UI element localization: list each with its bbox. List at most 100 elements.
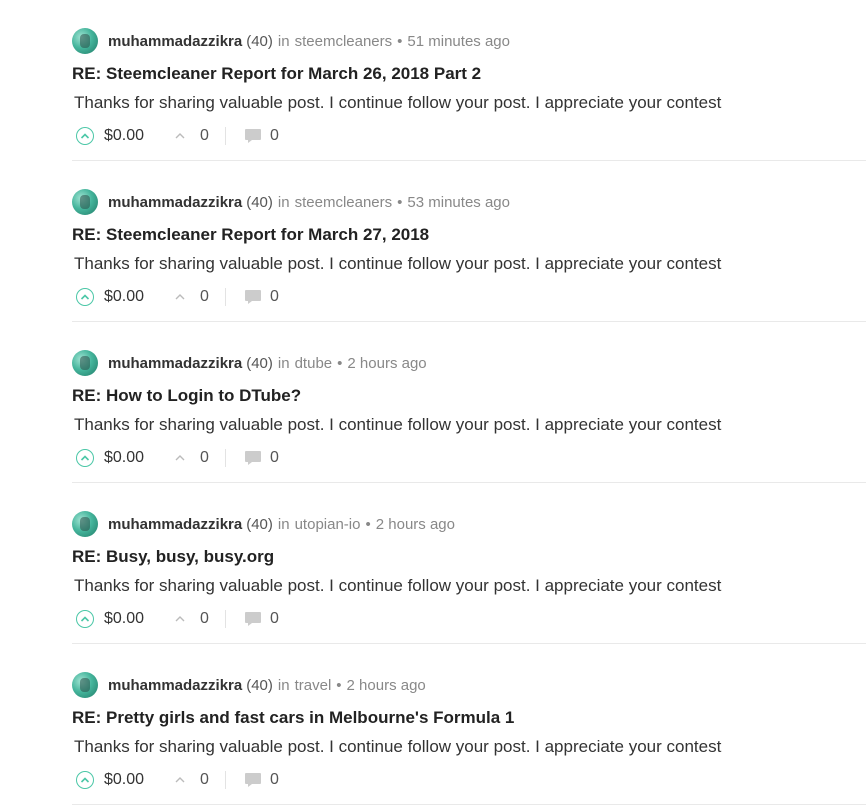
post-actions: $0.00 0 0 <box>76 768 279 792</box>
in-label: in <box>277 193 290 211</box>
post-time[interactable]: 2 hours ago <box>347 355 426 372</box>
meta-separator: • <box>337 354 343 372</box>
post-header: muhammadazzikra (40) in travel • 2 hours… <box>72 672 426 698</box>
post-actions: $0.00 0 0 <box>76 285 279 309</box>
chevron-up-icon <box>80 616 90 622</box>
divider <box>224 449 226 467</box>
author-link[interactable]: muhammadazzikra <box>108 516 242 533</box>
voters-button[interactable]: 0 <box>174 288 209 306</box>
chevron-up-icon <box>175 294 185 300</box>
post-actions: $0.00 0 0 <box>76 607 279 631</box>
meta-separator: • <box>397 32 403 50</box>
upvote-button[interactable] <box>76 288 94 306</box>
post-header: muhammadazzikra (40) in steemcleaners • … <box>72 189 510 215</box>
avatar[interactable] <box>72 350 98 376</box>
avatar[interactable] <box>72 28 98 54</box>
comment-count: 0 <box>269 288 279 305</box>
divider <box>224 610 226 628</box>
reputation-score: (40) <box>246 32 273 50</box>
post-header: muhammadazzikra (40) in dtube • 2 hours … <box>72 350 427 376</box>
post-body[interactable]: Thanks for sharing valuable post. I cont… <box>74 737 721 757</box>
chevron-up-icon <box>175 133 185 139</box>
post-time[interactable]: 2 hours ago <box>376 516 455 533</box>
comments-button[interactable]: 0 <box>244 127 279 145</box>
avatar[interactable] <box>72 672 98 698</box>
upvote-button[interactable] <box>76 127 94 145</box>
comments-button[interactable]: 0 <box>244 610 279 628</box>
comment-count: 0 <box>269 449 279 466</box>
vote-count: 0 <box>200 127 209 144</box>
post-title[interactable]: RE: Steemcleaner Report for March 26, 20… <box>72 64 481 84</box>
community-link[interactable]: dtube <box>295 355 333 372</box>
post-title[interactable]: RE: How to Login to DTube? <box>72 386 301 406</box>
community-link[interactable]: utopian-io <box>295 516 361 533</box>
meta-separator: • <box>397 193 403 211</box>
feed-item: muhammadazzikra (40) in dtube • 2 hours … <box>72 322 866 483</box>
chevron-up-icon <box>80 294 90 300</box>
comments-button[interactable]: 0 <box>244 449 279 467</box>
post-title[interactable]: RE: Busy, busy, busy.org <box>72 547 274 567</box>
feed-item: muhammadazzikra (40) in utopian-io • 2 h… <box>72 483 866 644</box>
upvote-button[interactable] <box>76 449 94 467</box>
comment-count: 0 <box>269 610 279 627</box>
post-title[interactable]: RE: Pretty girls and fast cars in Melbou… <box>72 708 514 728</box>
reputation-score: (40) <box>246 193 273 211</box>
reputation-score: (40) <box>246 515 273 533</box>
chevron-up-icon <box>80 133 90 139</box>
upvote-button[interactable] <box>76 610 94 628</box>
community-link[interactable]: travel <box>295 677 332 694</box>
meta-separator: • <box>365 515 371 533</box>
in-label: in <box>277 676 290 694</box>
post-header: muhammadazzikra (40) in steemcleaners • … <box>72 28 510 54</box>
post-time[interactable]: 51 minutes ago <box>407 33 510 50</box>
comment-icon <box>244 773 261 787</box>
avatar[interactable] <box>72 189 98 215</box>
comments-button[interactable]: 0 <box>244 771 279 789</box>
comment-icon <box>244 290 261 304</box>
post-body[interactable]: Thanks for sharing valuable post. I cont… <box>74 576 721 596</box>
post-body[interactable]: Thanks for sharing valuable post. I cont… <box>74 415 721 435</box>
author-link[interactable]: muhammadazzikra <box>108 194 242 211</box>
comment-icon <box>244 612 261 626</box>
payout-value[interactable]: $0.00 <box>104 771 144 789</box>
post-actions: $0.00 0 0 <box>76 124 279 148</box>
post-actions: $0.00 0 0 <box>76 446 279 470</box>
comment-icon <box>244 451 261 465</box>
author-link[interactable]: muhammadazzikra <box>108 677 242 694</box>
chevron-up-icon <box>80 455 90 461</box>
feed-item: muhammadazzikra (40) in steemcleaners • … <box>72 161 866 322</box>
divider <box>224 771 226 789</box>
vote-count: 0 <box>200 449 209 466</box>
chevron-up-icon <box>175 616 185 622</box>
feed-item: muhammadazzikra (40) in steemcleaners • … <box>72 0 866 161</box>
community-link[interactable]: steemcleaners <box>295 194 393 211</box>
post-body[interactable]: Thanks for sharing valuable post. I cont… <box>74 93 721 113</box>
vote-count: 0 <box>200 288 209 305</box>
in-label: in <box>277 354 290 372</box>
upvote-button[interactable] <box>76 771 94 789</box>
post-time[interactable]: 53 minutes ago <box>407 194 510 211</box>
divider <box>224 288 226 306</box>
payout-value[interactable]: $0.00 <box>104 449 144 467</box>
author-link[interactable]: muhammadazzikra <box>108 33 242 50</box>
voters-button[interactable]: 0 <box>174 449 209 467</box>
chevron-up-icon <box>80 777 90 783</box>
reputation-score: (40) <box>246 676 273 694</box>
comments-button[interactable]: 0 <box>244 288 279 306</box>
voters-button[interactable]: 0 <box>174 610 209 628</box>
in-label: in <box>277 515 290 533</box>
author-link[interactable]: muhammadazzikra <box>108 355 242 372</box>
payout-value[interactable]: $0.00 <box>104 610 144 628</box>
community-link[interactable]: steemcleaners <box>295 33 393 50</box>
comment-icon <box>244 129 261 143</box>
post-time[interactable]: 2 hours ago <box>347 677 426 694</box>
voters-button[interactable]: 0 <box>174 771 209 789</box>
post-body[interactable]: Thanks for sharing valuable post. I cont… <box>74 254 721 274</box>
payout-value[interactable]: $0.00 <box>104 127 144 145</box>
payout-value[interactable]: $0.00 <box>104 288 144 306</box>
post-title[interactable]: RE: Steemcleaner Report for March 27, 20… <box>72 225 429 245</box>
voters-button[interactable]: 0 <box>174 127 209 145</box>
post-header: muhammadazzikra (40) in utopian-io • 2 h… <box>72 511 455 537</box>
comment-feed: muhammadazzikra (40) in steemcleaners • … <box>72 0 866 805</box>
avatar[interactable] <box>72 511 98 537</box>
